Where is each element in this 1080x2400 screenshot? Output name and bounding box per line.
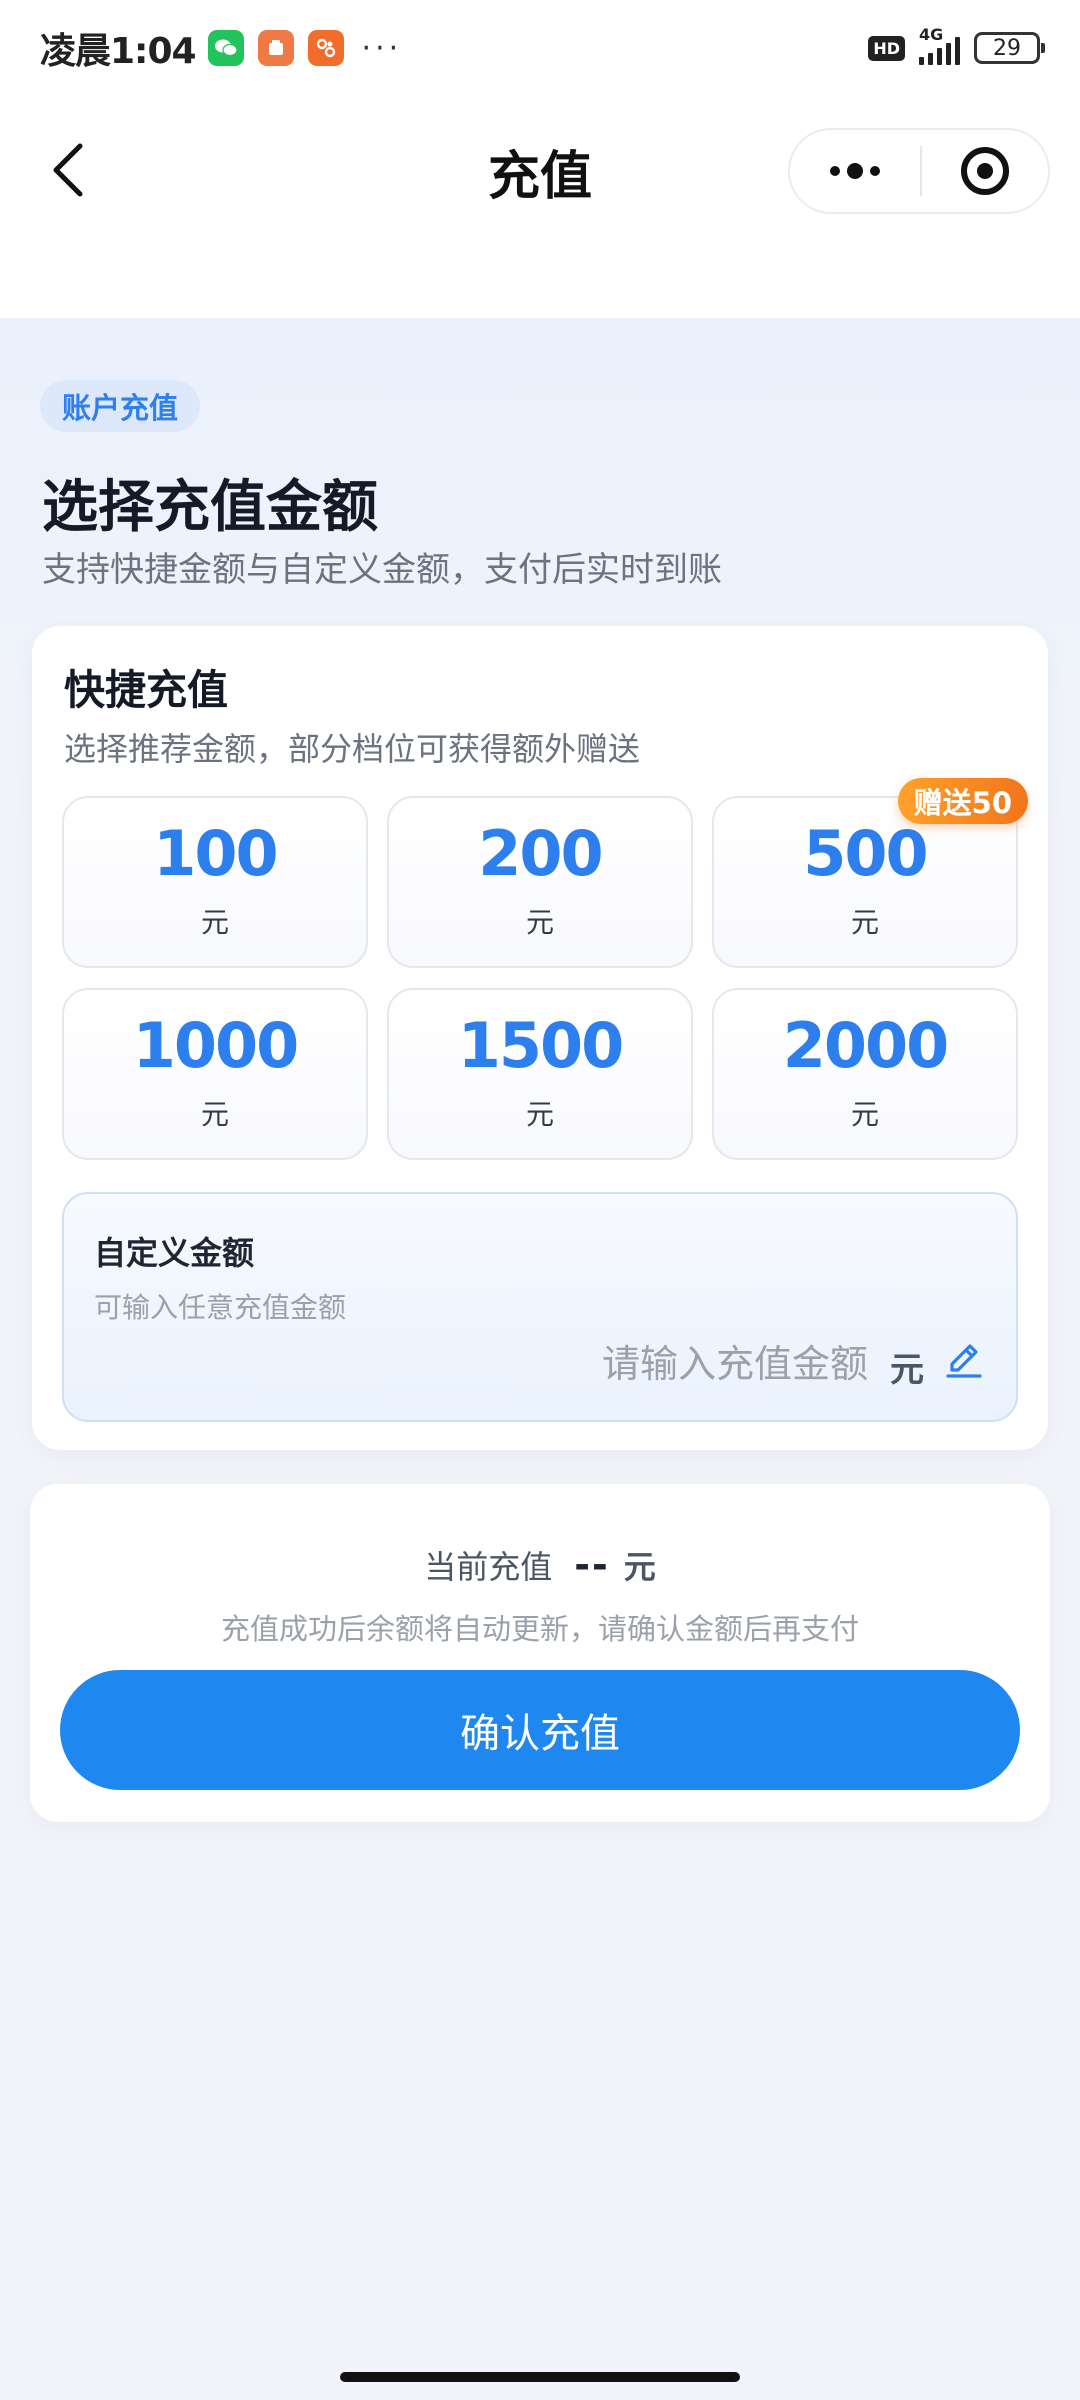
payment-note: 充值成功后余额将自动更新，请确认金额后再支付 (220, 1612, 859, 1646)
bonus-badge: 赠送50 (897, 778, 1028, 824)
status-app-icons (207, 30, 344, 66)
payment-summary-card: 当前充值 -- 元 充值成功后余额将自动更新，请确认金额后再支付 确认充值 (30, 1484, 1050, 1822)
custom-amount-input[interactable] (368, 1334, 868, 1394)
network-type: 4G (919, 25, 944, 44)
more-notifications-icon: ··· (361, 30, 403, 66)
more-options-button[interactable] (790, 130, 920, 212)
hd-badge: HD (868, 35, 905, 61)
option-unit: 元 (850, 906, 879, 939)
amount-option-200[interactable]: 200 元 (387, 796, 693, 968)
amount-option-100[interactable]: 100 元 (62, 796, 368, 968)
option-amount: 500 (803, 817, 928, 890)
amount-option-1000[interactable]: 1000 元 (62, 988, 368, 1160)
home-indicator[interactable] (340, 2372, 740, 2382)
notes-app-icon (257, 30, 294, 66)
amount-option-500[interactable]: 500 元 赠送50 (712, 778, 1028, 968)
app-store-icon (307, 30, 344, 66)
battery-icon: 29 (974, 32, 1045, 64)
quick-recharge-subtitle: 选择推荐金额，部分档位可获得额外赠送 (64, 730, 641, 768)
miniprogram-capsule (788, 128, 1050, 214)
custom-amount-box: 自定义金额 可输入任意充值金额 元 (62, 1192, 1018, 1422)
option-amount: 1000 (132, 1009, 300, 1082)
current-recharge-label: 当前充值 (424, 1548, 553, 1586)
close-miniprogram-button[interactable] (922, 130, 1048, 212)
target-circle-icon (961, 147, 1009, 195)
option-unit: 元 (525, 906, 554, 939)
battery-level: 29 (993, 35, 1021, 61)
current-recharge-value: -- (574, 1543, 610, 1587)
hero-title: 选择充值金额 (42, 475, 378, 540)
hero-subtitle: 支持快捷金额与自定义金额，支付后实时到账 (42, 550, 722, 590)
quick-recharge-title: 快捷充值 (64, 666, 228, 714)
option-amount: 1500 (457, 1009, 625, 1082)
current-recharge-unit: 元 (623, 1548, 656, 1586)
option-amount: 2000 (782, 1009, 950, 1082)
custom-amount-unit: 元 (890, 1350, 924, 1390)
custom-amount-title: 自定义金额 (94, 1234, 255, 1272)
pencil-edit-icon[interactable] (942, 1338, 986, 1382)
amount-option-1500[interactable]: 1500 元 (387, 988, 693, 1160)
nav-bar: 充值 (0, 96, 1080, 318)
signal-icon: 4G (919, 25, 960, 65)
wechat-icon (207, 30, 244, 66)
amount-option-2000[interactable]: 2000 元 (712, 988, 1018, 1160)
option-unit: 元 (525, 1098, 554, 1131)
confirm-recharge-button[interactable]: 确认充值 (60, 1670, 1020, 1790)
option-unit: 元 (200, 906, 229, 939)
current-recharge-row: 当前充值 -- 元 (30, 1542, 1050, 1588)
option-amount: 100 (153, 817, 278, 890)
option-unit: 元 (850, 1098, 879, 1131)
status-time: 凌晨1:04 (40, 31, 197, 72)
option-unit: 元 (200, 1098, 229, 1131)
status-indicators: HD 4G 29 (868, 25, 1045, 65)
custom-amount-subtitle: 可输入任意充值金额 (94, 1291, 347, 1324)
status-bar: 凌晨1:04 ··· HD 4G 29 (0, 0, 1080, 96)
quick-recharge-card: 快捷充值 选择推荐金额，部分档位可获得额外赠送 100 元 200 元 500 … (32, 626, 1048, 1450)
section-tag: 账户充值 (40, 380, 201, 432)
option-amount: 200 (478, 817, 603, 890)
